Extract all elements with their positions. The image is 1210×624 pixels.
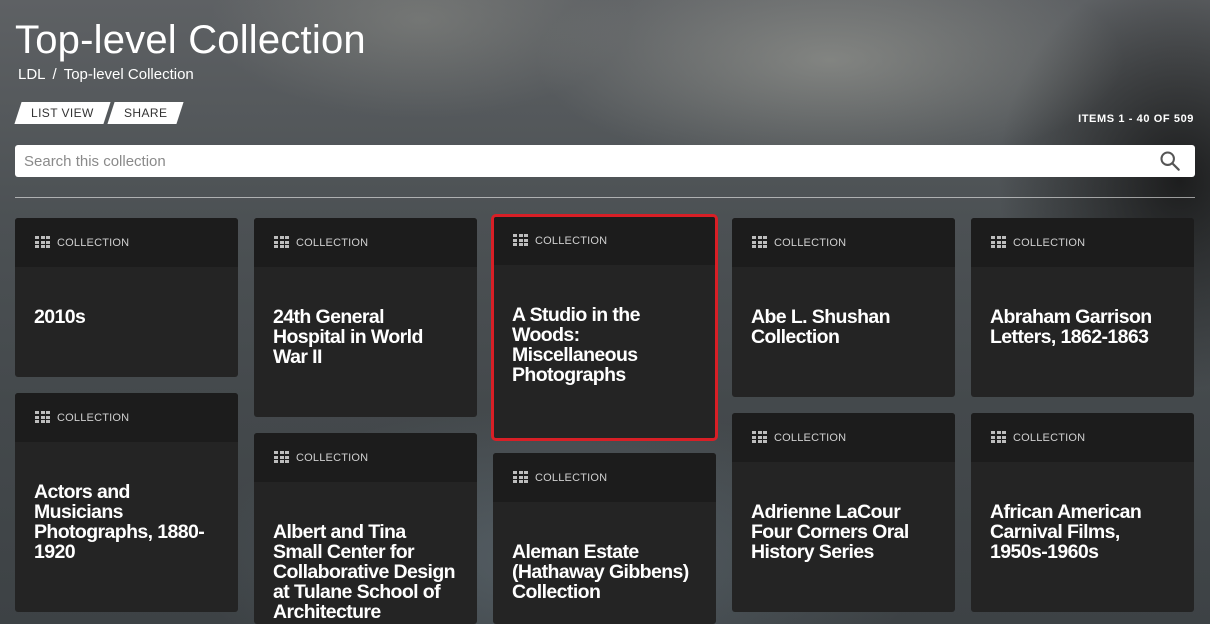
list-view-button[interactable]: LIST VIEW	[14, 102, 111, 124]
collection-card-24th-general-hospital[interactable]: COLLECTION 24th General Hospital in Worl…	[254, 218, 477, 417]
card-title: African American Carnival Films, 1950s-1…	[990, 501, 1142, 563]
card-title: Adrienne LaCour Four Corners Oral Histor…	[751, 501, 909, 563]
items-count: ITEMS 1 - 40 OF 509	[1078, 113, 1194, 125]
share-button[interactable]: SHARE	[107, 102, 184, 124]
grid-icon	[35, 411, 50, 424]
card-header: COLLECTION	[493, 453, 716, 502]
collection-card-abraham-garrison[interactable]: COLLECTION Abraham Garrison Letters, 186…	[971, 218, 1194, 397]
view-toolbar: LIST VIEW SHARE	[14, 102, 184, 124]
grid-icon	[513, 471, 528, 484]
card-type-label: COLLECTION	[535, 471, 608, 484]
card-title: Actors and Musicians Photographs, 1880-1…	[34, 481, 205, 563]
card-type-label: COLLECTION	[296, 236, 369, 249]
card-header: COLLECTION	[15, 393, 238, 442]
card-header: COLLECTION	[254, 218, 477, 267]
collection-card-aleman-estate[interactable]: COLLECTION Aleman Estate (Hathaway Gibbe…	[493, 453, 716, 624]
grid-icon	[752, 236, 767, 249]
card-title: Abe L. Shushan Collection	[751, 306, 891, 348]
list-view-label: LIST VIEW	[31, 106, 94, 120]
collection-card-african-american-carnival[interactable]: COLLECTION African American Carnival Fil…	[971, 413, 1194, 612]
card-header: COLLECTION	[971, 413, 1194, 462]
card-header: COLLECTION	[15, 218, 238, 267]
card-header: COLLECTION	[971, 218, 1194, 267]
divider	[15, 197, 1195, 198]
collection-card-2010s[interactable]: COLLECTION 2010s	[15, 218, 238, 377]
grid-icon	[35, 236, 50, 249]
card-type-label: COLLECTION	[57, 236, 130, 249]
card-title: A Studio in the Woods: Miscellaneous Pho…	[512, 304, 640, 386]
card-title: 2010s	[34, 306, 86, 328]
card-header: COLLECTION	[732, 218, 955, 267]
search-icon[interactable]	[1159, 150, 1181, 172]
breadcrumb: LDL / Top-level Collection	[18, 66, 194, 84]
card-title: Abraham Garrison Letters, 1862-1863	[990, 306, 1152, 348]
card-title: Albert and Tina Small Center for Collabo…	[273, 521, 456, 623]
grid-icon	[752, 431, 767, 444]
card-type-label: COLLECTION	[1013, 431, 1086, 444]
card-title: Aleman Estate (Hathaway Gibbens) Collect…	[512, 541, 689, 603]
card-header: COLLECTION	[732, 413, 955, 462]
grid-icon	[274, 236, 289, 249]
card-type-label: COLLECTION	[535, 234, 608, 247]
card-header: COLLECTION	[493, 216, 716, 265]
card-type-label: COLLECTION	[57, 411, 130, 424]
collection-card-adrienne-lacour[interactable]: COLLECTION Adrienne LaCour Four Corners …	[732, 413, 955, 612]
breadcrumb-current-link[interactable]: Top-level Collection	[64, 66, 194, 84]
card-header: COLLECTION	[254, 433, 477, 482]
grid-icon	[991, 236, 1006, 249]
grid-icon	[991, 431, 1006, 444]
breadcrumb-separator: /	[52, 66, 57, 83]
collection-card-studio-in-the-woods[interactable]: COLLECTION A Studio in the Woods: Miscel…	[491, 214, 718, 441]
search-input[interactable]	[15, 145, 1145, 177]
search-bar	[15, 145, 1195, 177]
grid-icon	[274, 451, 289, 464]
collection-card-abe-shushan[interactable]: COLLECTION Abe L. Shushan Collection	[732, 218, 955, 397]
card-title: 24th General Hospital in World War II	[273, 306, 423, 368]
card-type-label: COLLECTION	[774, 431, 847, 444]
page-title: Top-level Collection	[15, 18, 366, 62]
collection-card-actors-musicians[interactable]: COLLECTION Actors and Musicians Photogra…	[15, 393, 238, 612]
grid-icon	[513, 234, 528, 247]
card-type-label: COLLECTION	[296, 451, 369, 464]
card-type-label: COLLECTION	[774, 236, 847, 249]
breadcrumb-root-link[interactable]: LDL	[18, 66, 46, 84]
collection-card-albert-tina-small-center[interactable]: COLLECTION Albert and Tina Small Center …	[254, 433, 477, 624]
share-label: SHARE	[123, 106, 168, 120]
card-type-label: COLLECTION	[1013, 236, 1086, 249]
